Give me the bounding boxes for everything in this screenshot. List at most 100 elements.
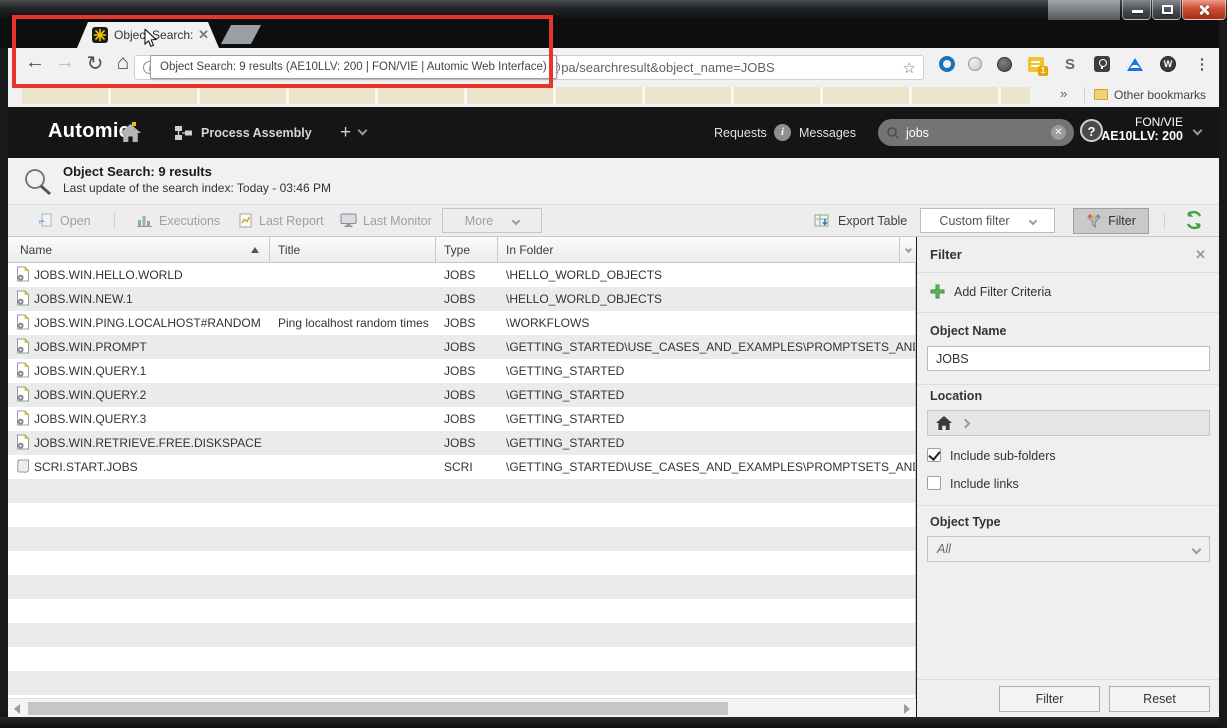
export-table-button[interactable]: Export Table [814,205,907,236]
restore-button[interactable] [1152,0,1181,20]
job-icon [16,266,30,285]
table-empty-row [8,551,915,575]
add-view-button[interactable]: + [340,107,366,158]
filter-panel: Filter ✕ Add Filter Criteria Object Name… [917,237,1219,718]
chevron-down-icon [1028,216,1036,224]
table-empty-row [8,575,915,599]
last-monitor-button[interactable]: Last Monitor [340,205,432,236]
automic-logo: Automic [48,120,130,143]
chevron-down-icon [904,246,911,253]
custom-filter-dropdown[interactable]: Custom filter [920,208,1055,233]
object-name: JOBS.WIN.QUERY.1 [34,364,146,378]
executions-button[interactable]: Executions [136,205,220,236]
object-type: JOBS [436,340,498,354]
extension-triangle-icon[interactable] [1125,54,1145,74]
include-links-label: Include links [950,477,1019,491]
app-home-button[interactable] [120,107,141,158]
plus-icon [930,284,945,299]
table-row[interactable]: JOBS.WIN.NEW.1 JOBS \HELLO_WORLD_OBJECTS [8,287,915,311]
window-bottom-border [0,717,1227,728]
location-breadcrumb[interactable] [927,410,1210,436]
more-label: More [465,214,493,228]
table-empty-row [8,671,915,695]
minimize-button[interactable] [1122,0,1151,20]
add-filter-criteria-button[interactable]: Add Filter Criteria [930,284,1206,299]
help-button[interactable]: ? [1080,119,1103,142]
url-text: @pa/searchresult&object_name=JOBS [548,60,775,75]
extension-notes-icon[interactable]: 1 [1026,54,1046,74]
bookmarks-overflow-icon[interactable]: » [1060,86,1067,101]
column-header-type[interactable]: Type [436,237,498,262]
scroll-right-icon[interactable] [904,704,910,714]
object-folder: \GETTING_STARTED\USE_CASES_AND_EXAMPLES\… [498,460,915,474]
action-toolbar: Open Executions Last Report Last Monitor… [8,205,1219,237]
job-icon [16,290,30,309]
bookmark-star-icon[interactable]: ☆ [903,59,916,77]
job-icon [16,314,30,333]
object-name-input[interactable] [927,346,1210,371]
table-row[interactable]: SCRI.START.JOBS SCRI \GETTING_STARTED\US… [8,455,915,479]
global-search-input[interactable]: jobs ✕ [878,119,1074,146]
requests-button[interactable]: Requests [714,107,767,158]
bookmarks-bar: » Other bookmarks [8,85,1219,107]
script-icon [16,458,30,477]
object-type-dropdown[interactable]: All [927,536,1210,562]
filter-panel-close-icon[interactable]: ✕ [1195,247,1206,263]
messages-button[interactable]: i Messages [774,107,856,158]
job-icon [16,362,30,381]
table-row[interactable]: JOBS.WIN.HELLO.WORLD JOBS \HELLO_WORLD_O… [8,263,915,287]
table-row[interactable]: JOBS.WIN.RETRIEVE.FREE.DISKSPACE JOBS \G… [8,431,915,455]
table-empty-row [8,599,915,623]
column-header-name[interactable]: Name [8,237,270,262]
table-row[interactable]: JOBS.WIN.QUERY.3 JOBS \GETTING_STARTED [8,407,915,431]
job-icon [16,434,30,453]
filter-toggle-button[interactable]: Filter [1073,208,1149,234]
chevron-down-icon [1192,544,1202,554]
table-row[interactable]: JOBS.WIN.PING.LOCALHOST#RANDOM Ping loca… [8,311,915,335]
filter-panel-title: Filter [930,247,962,262]
object-folder: \GETTING_STARTED [498,436,915,450]
extension-badge: 1 [1038,66,1048,76]
clear-search-icon[interactable]: ✕ [1051,125,1066,140]
browser-menu-icon[interactable]: ⋮ [1192,54,1212,74]
requests-label: Requests [714,126,767,140]
scroll-left-icon[interactable] [14,704,20,714]
include-subfolders-checkbox[interactable] [927,448,941,462]
filter-reset-button[interactable]: Reset [1109,686,1210,712]
table-row[interactable]: JOBS.WIN.QUERY.1 JOBS \GETTING_STARTED [8,359,915,383]
process-assembly-icon [174,125,193,141]
results-table: Name Title Type In Folder JOBS.WIN.HELLO… [8,237,916,698]
table-empty-row [8,479,915,503]
object-name: JOBS.WIN.HELLO.WORLD [34,268,183,282]
extension-dark-icon[interactable] [994,54,1014,74]
column-options-button[interactable] [899,237,916,262]
table-row[interactable]: JOBS.WIN.PROMPT JOBS \GETTING_STARTED\US… [8,335,915,359]
extension-lightbulb-icon[interactable] [1092,54,1112,74]
extension-s-icon[interactable]: S [1060,54,1080,74]
extension-w-icon[interactable]: W [1158,54,1178,74]
close-button[interactable] [1182,0,1226,20]
table-row[interactable]: JOBS.WIN.QUERY.2 JOBS \GETTING_STARTED [8,383,915,407]
filter-apply-button[interactable]: Filter [999,686,1100,712]
object-folder: \GETTING_STARTED [498,388,915,402]
tab-process-assembly[interactable]: Process Assembly [174,107,312,158]
titlebar-gloss [1048,0,1120,20]
extension-o-icon[interactable] [937,54,957,74]
table-empty-row [8,527,915,551]
column-header-title[interactable]: Title [270,237,436,262]
extension-circle-icon[interactable] [965,54,985,74]
more-dropdown[interactable]: More [442,208,542,233]
include-links-checkbox[interactable] [927,476,941,490]
horizontal-scrollbar[interactable] [8,698,916,717]
other-bookmarks-button[interactable]: Other bookmarks [1114,88,1206,102]
refresh-button[interactable] [1184,210,1204,235]
object-type: SCRI [436,460,498,474]
scrollbar-thumb[interactable] [28,702,728,715]
open-button[interactable]: Open [38,205,91,236]
info-icon: i [774,124,791,141]
annotation-highlight [12,15,553,88]
restore-icon [1162,5,1173,14]
last-report-button[interactable]: Last Report [238,205,324,236]
column-header-folder[interactable]: In Folder [498,237,899,262]
account-menu[interactable]: FON/VIE AE10LLV: 200 [1101,115,1183,143]
